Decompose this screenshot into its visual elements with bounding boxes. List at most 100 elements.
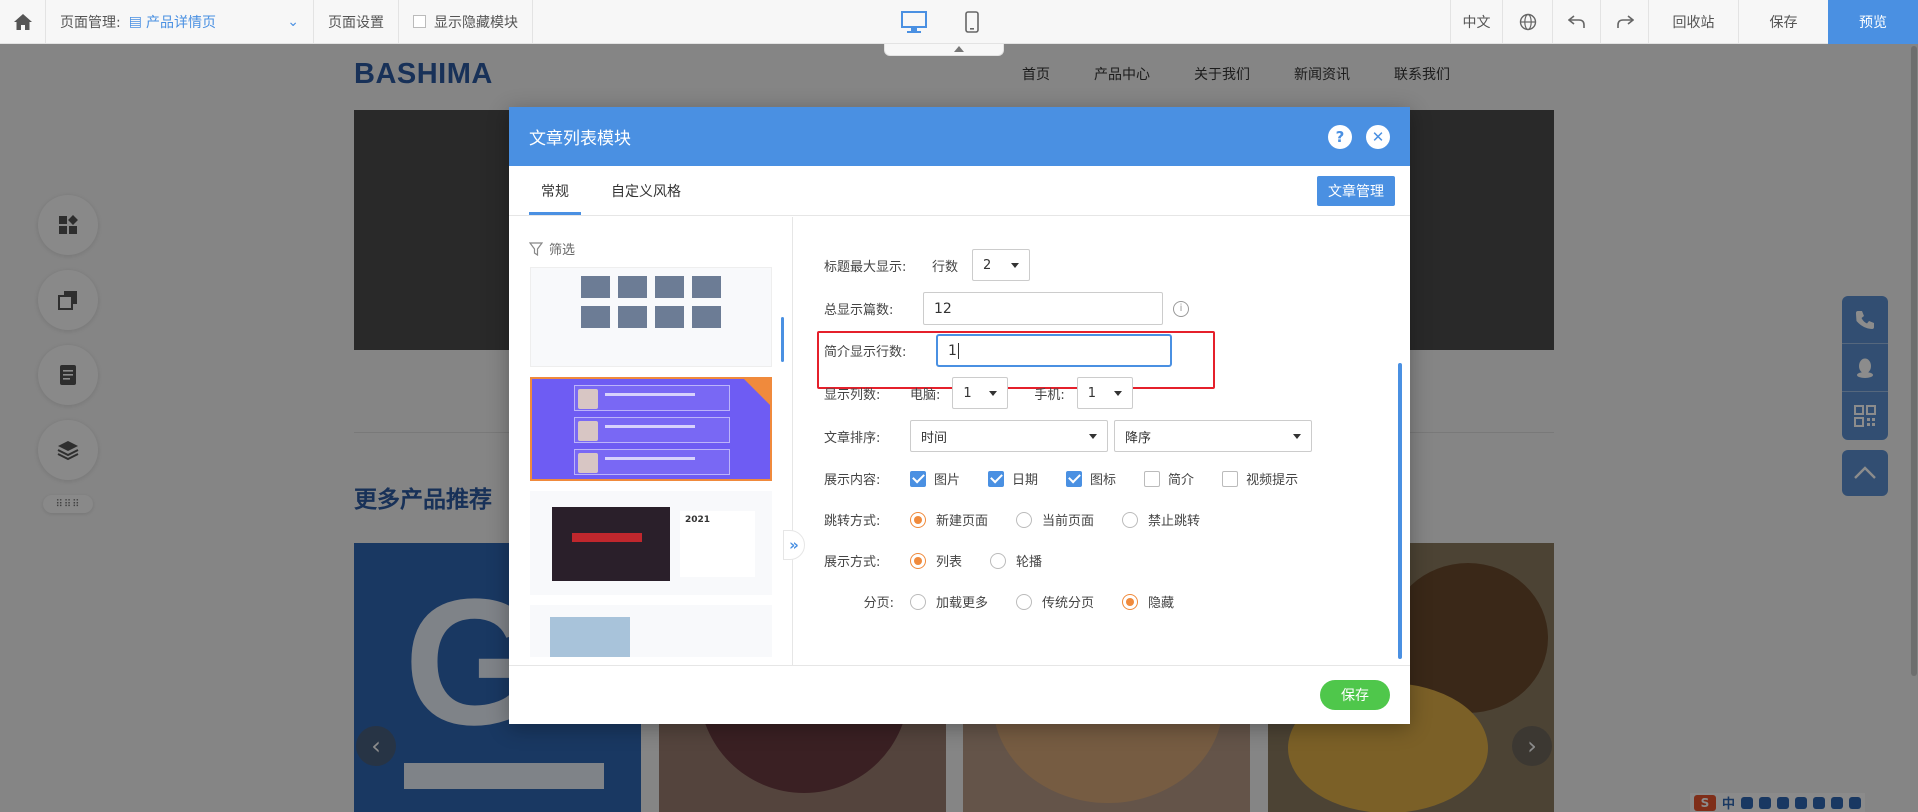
jump-option-label: 当前页面 bbox=[1042, 514, 1095, 529]
page-settings-button[interactable]: 页面设置 bbox=[314, 0, 399, 44]
display-mode-label: 展示方式: bbox=[824, 555, 881, 570]
intro-checkbox[interactable] bbox=[1144, 470, 1161, 487]
carousel-radio[interactable] bbox=[990, 552, 1007, 569]
template-thumb-grid bbox=[581, 276, 721, 328]
display-option-list[interactable]: 列表 bbox=[910, 551, 962, 570]
article-list-module-dialog: 文章列表模块 ? ✕ 常规 自定义风格 文章管理 筛选 2021 » 标题最大显… bbox=[509, 107, 1410, 724]
template-thumb-row bbox=[574, 417, 730, 443]
device-switcher bbox=[884, 0, 1004, 56]
template-thumb-row bbox=[574, 449, 730, 475]
jump-label: 跳转方式: bbox=[824, 514, 881, 529]
hidden-paging-radio[interactable] bbox=[1122, 593, 1139, 610]
sort-label: 文章排序: bbox=[824, 430, 881, 446]
jump-option-current-page[interactable]: 当前页面 bbox=[1016, 510, 1094, 529]
paging-row: 分页: 加载更多 传统分页 隐藏 bbox=[824, 592, 1202, 611]
info-icon[interactable]: i bbox=[1173, 300, 1189, 317]
page-manage-dropdown[interactable]: 页面管理: ▤ 产品详情页 ⌄ bbox=[46, 0, 314, 44]
redo-button[interactable] bbox=[1600, 0, 1648, 44]
jump-option-disabled[interactable]: 禁止跳转 bbox=[1122, 510, 1200, 529]
new-page-radio[interactable] bbox=[910, 511, 926, 528]
intro-rows-value: 1 bbox=[948, 342, 957, 359]
display-option-carousel[interactable]: 轮播 bbox=[990, 551, 1042, 570]
total-count-input[interactable]: 12 bbox=[923, 292, 1163, 325]
tab-general[interactable]: 常规 bbox=[529, 181, 581, 215]
load-more-radio[interactable] bbox=[910, 593, 926, 610]
device-switcher-tab bbox=[884, 44, 1004, 56]
filter-label: 筛选 bbox=[549, 243, 576, 258]
template-thumb-selected[interactable] bbox=[530, 377, 772, 481]
image-checkbox[interactable] bbox=[910, 470, 926, 487]
template-thumb-row bbox=[574, 385, 730, 411]
traditional-paging-radio[interactable] bbox=[1016, 593, 1033, 610]
template-list: 2021 bbox=[530, 267, 777, 657]
content-label: 展示内容: bbox=[824, 473, 881, 488]
dropdown-caret-icon bbox=[1089, 434, 1097, 439]
display-option-label: 列表 bbox=[936, 555, 963, 570]
dialog-footer: 保存 bbox=[509, 665, 1410, 724]
sort-by-select[interactable]: 时间 bbox=[910, 420, 1108, 452]
tab-custom-style[interactable]: 自定义风格 bbox=[599, 181, 693, 215]
paging-option-traditional[interactable]: 传统分页 bbox=[1016, 592, 1094, 611]
home-icon bbox=[13, 13, 32, 30]
help-icon[interactable]: ? bbox=[1328, 124, 1352, 149]
date-checkbox[interactable] bbox=[988, 470, 1005, 487]
preview-button[interactable]: 预览 bbox=[1828, 0, 1918, 44]
content-option-label: 日期 bbox=[1012, 473, 1039, 488]
content-option-date[interactable]: 日期 bbox=[988, 469, 1038, 488]
article-manage-button[interactable]: 文章管理 bbox=[1317, 176, 1395, 206]
title-rows-select[interactable]: 2 bbox=[972, 249, 1031, 281]
home-button[interactable] bbox=[0, 0, 46, 44]
content-option-intro[interactable]: 简介 bbox=[1144, 469, 1194, 488]
paging-option-hidden[interactable]: 隐藏 bbox=[1122, 592, 1174, 611]
close-icon[interactable]: ✕ bbox=[1366, 124, 1390, 149]
jump-row: 跳转方式: 新建页面 当前页面 禁止跳转 bbox=[824, 510, 1228, 529]
filter-button[interactable]: 筛选 bbox=[529, 239, 575, 258]
mobile-columns-select[interactable]: 1 bbox=[1076, 377, 1133, 409]
paging-option-label: 传统分页 bbox=[1042, 596, 1095, 611]
form-scrollbar[interactable] bbox=[1398, 363, 1402, 659]
mobile-icon[interactable] bbox=[964, 10, 980, 34]
paging-option-load-more[interactable]: 加载更多 bbox=[910, 592, 988, 611]
undo-icon bbox=[1567, 15, 1585, 28]
template-thumb[interactable]: 2021 bbox=[530, 491, 772, 595]
page-icon: ▤ bbox=[128, 13, 142, 30]
page-manage-value: 产品详情页 bbox=[145, 14, 216, 31]
save-button[interactable]: 保存 bbox=[1320, 680, 1390, 710]
jump-option-new-page[interactable]: 新建页面 bbox=[910, 510, 988, 529]
content-option-label: 图片 bbox=[934, 473, 961, 488]
top-toolbar: 页面管理: ▤ 产品详情页 ⌄ 页面设置 显示隐藏模块 中文 回收站 保存 预览 bbox=[0, 0, 1918, 56]
content-option-video-hint[interactable]: 视频提示 bbox=[1222, 469, 1298, 488]
text-cursor bbox=[957, 342, 959, 359]
pc-columns-select[interactable]: 1 bbox=[952, 377, 1009, 409]
no-jump-radio[interactable] bbox=[1122, 511, 1139, 528]
icon-checkbox[interactable] bbox=[1066, 470, 1083, 487]
content-row: 展示内容: 图片 日期 图标 简介 视频提示 bbox=[824, 469, 1326, 488]
template-thumb-text: 2021 bbox=[680, 511, 755, 577]
template-thumb[interactable] bbox=[530, 605, 772, 657]
page-manage-label: 页面管理: bbox=[60, 14, 121, 31]
content-option-image[interactable]: 图片 bbox=[910, 469, 960, 488]
list-radio[interactable] bbox=[910, 552, 926, 569]
template-thumb[interactable] bbox=[530, 267, 772, 367]
video-hint-checkbox[interactable] bbox=[1222, 470, 1239, 487]
intro-rows-label: 简介显示行数: bbox=[824, 345, 907, 360]
current-page-radio[interactable] bbox=[1016, 511, 1033, 528]
pc-columns-value: 1 bbox=[963, 385, 972, 401]
filter-icon bbox=[529, 241, 543, 256]
globe-button[interactable] bbox=[1502, 0, 1552, 44]
content-option-icon[interactable]: 图标 bbox=[1066, 469, 1116, 488]
undo-button[interactable] bbox=[1552, 0, 1600, 44]
jump-option-label: 新建页面 bbox=[936, 514, 989, 529]
template-scrollbar[interactable] bbox=[781, 317, 784, 362]
paging-option-label: 隐藏 bbox=[1148, 596, 1175, 611]
show-hidden-modules-toggle[interactable]: 显示隐藏模块 bbox=[399, 0, 533, 44]
dropdown-caret-icon bbox=[1011, 263, 1020, 268]
save-page-button[interactable]: 保存 bbox=[1738, 0, 1828, 44]
dialog-title: 文章列表模块 bbox=[529, 129, 631, 149]
recycle-bin-button[interactable]: 回收站 bbox=[1648, 0, 1738, 44]
language-button[interactable]: 中文 bbox=[1450, 0, 1502, 44]
show-hidden-checkbox[interactable] bbox=[413, 15, 426, 28]
desktop-icon[interactable] bbox=[900, 10, 928, 34]
intro-rows-input[interactable]: 1 bbox=[936, 334, 1172, 367]
sort-order-select[interactable]: 降序 bbox=[1114, 420, 1312, 452]
